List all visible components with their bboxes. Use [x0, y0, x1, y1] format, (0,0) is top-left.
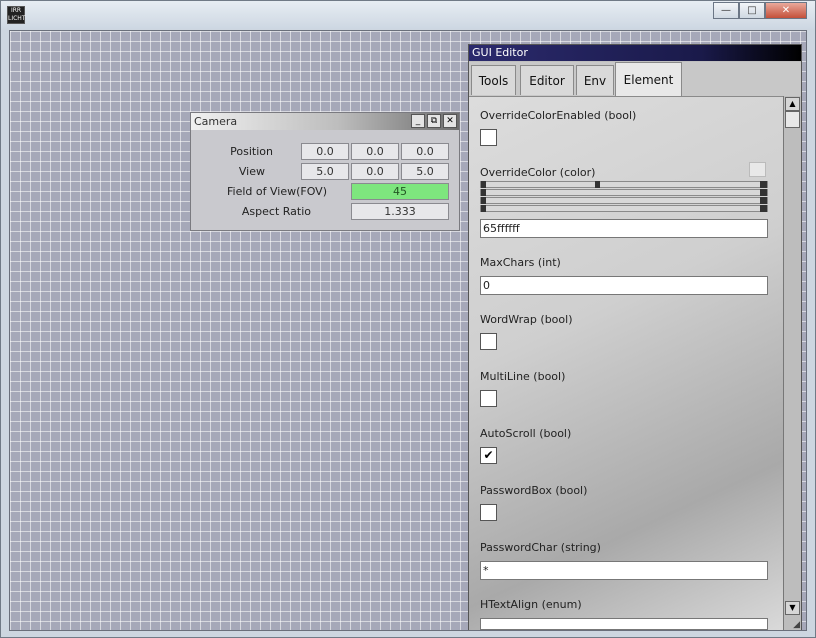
- view-y-field[interactable]: 0.0: [351, 163, 399, 180]
- app-logo-icon: IRR LICHT: [7, 6, 26, 24]
- camera-row-aspect: Aspect Ratio 1.333: [191, 203, 459, 221]
- camera-titlebar[interactable]: Camera _ ⧉ ✕: [191, 113, 459, 130]
- app-window: IRR LICHT — □ ✕ Camera _ ⧉ ✕ Position 0.…: [0, 0, 816, 638]
- password-box-label: PasswordBox (bool): [480, 484, 588, 497]
- camera-window-controls: _ ⧉ ✕: [411, 114, 457, 128]
- max-chars-label: MaxChars (int): [480, 256, 561, 269]
- word-wrap-label: WordWrap (bool): [480, 313, 573, 326]
- gui-editor-window[interactable]: GUI Editor Tools Editor Env Element Over…: [468, 44, 802, 630]
- multi-line-checkbox[interactable]: [480, 390, 497, 407]
- scroll-thumb[interactable]: [785, 111, 800, 128]
- password-char-input[interactable]: *: [480, 561, 768, 580]
- resize-grip-icon[interactable]: ◢: [793, 620, 800, 630]
- auto-scroll-label: AutoScroll (bool): [480, 427, 572, 440]
- camera-window[interactable]: Camera _ ⧉ ✕ Position 0.0 0.0 0.0 View 5…: [190, 112, 460, 231]
- color-slider-green[interactable]: [480, 197, 768, 204]
- view-label: View: [238, 165, 265, 178]
- window-controls: — □ ✕: [713, 2, 807, 20]
- aspect-ratio-field[interactable]: 1.333: [351, 203, 449, 220]
- override-color-enabled-checkbox[interactable]: [480, 129, 497, 146]
- properties-scrollbar[interactable]: ▲ ▼ ◢: [783, 96, 801, 630]
- auto-scroll-checkbox[interactable]: ✔: [480, 447, 497, 464]
- multi-line-label: MultiLine (bool): [480, 370, 566, 383]
- scroll-down-button[interactable]: ▼: [785, 601, 800, 615]
- scroll-up-button[interactable]: ▲: [785, 97, 800, 111]
- element-properties-panel: OverrideColorEnabled (bool) OverrideColo…: [469, 96, 783, 630]
- tab-element[interactable]: Element: [615, 62, 682, 96]
- color-slider-red[interactable]: [480, 189, 768, 196]
- tab-tools[interactable]: Tools: [471, 65, 516, 95]
- override-color-enabled-label: OverrideColorEnabled (bool): [480, 109, 637, 122]
- position-x-field[interactable]: 0.0: [301, 143, 349, 160]
- scene-viewport[interactable]: Camera _ ⧉ ✕ Position 0.0 0.0 0.0 View 5…: [9, 30, 807, 631]
- view-x-field[interactable]: 5.0: [301, 163, 349, 180]
- aspect-ratio-label: Aspect Ratio: [241, 205, 311, 218]
- window-titlebar[interactable]: IRR LICHT — □ ✕: [1, 1, 815, 29]
- close-button[interactable]: ✕: [765, 2, 807, 19]
- h-text-align-label: HTextAlign (enum): [480, 598, 582, 611]
- word-wrap-checkbox[interactable]: [480, 333, 497, 350]
- color-swatch: [749, 162, 766, 177]
- camera-row-fov: Field of View(FOV) 45: [191, 183, 459, 201]
- camera-row-view: View 5.0 0.0 5.0: [191, 163, 459, 181]
- password-char-label: PasswordChar (string): [480, 541, 601, 554]
- camera-restore-button[interactable]: ⧉: [427, 114, 441, 128]
- color-slider-blue[interactable]: [480, 205, 768, 212]
- camera-row-position: Position 0.0 0.0 0.0: [191, 143, 459, 161]
- view-z-field[interactable]: 5.0: [401, 163, 449, 180]
- position-label: Position: [230, 145, 273, 158]
- camera-title: Camera: [194, 115, 238, 128]
- fov-field[interactable]: 45: [351, 183, 449, 200]
- override-color-input[interactable]: 65ffffff: [480, 219, 768, 238]
- fov-label: Field of View(FOV): [227, 185, 327, 198]
- color-slider-alpha[interactable]: [480, 181, 768, 188]
- position-y-field[interactable]: 0.0: [351, 143, 399, 160]
- password-box-checkbox[interactable]: [480, 504, 497, 521]
- tab-env[interactable]: Env: [576, 65, 614, 95]
- gui-editor-title[interactable]: GUI Editor: [469, 45, 801, 61]
- h-text-align-select[interactable]: [480, 618, 768, 630]
- position-z-field[interactable]: 0.0: [401, 143, 449, 160]
- camera-minimize-button[interactable]: _: [411, 114, 425, 128]
- camera-close-button[interactable]: ✕: [443, 114, 457, 128]
- max-chars-input[interactable]: 0: [480, 276, 768, 295]
- maximize-button[interactable]: □: [739, 2, 765, 19]
- minimize-button[interactable]: —: [713, 2, 739, 19]
- gui-editor-tabs: Tools Editor Env Element: [469, 62, 801, 96]
- override-color-label: OverrideColor (color): [480, 166, 596, 179]
- tab-editor[interactable]: Editor: [520, 65, 574, 95]
